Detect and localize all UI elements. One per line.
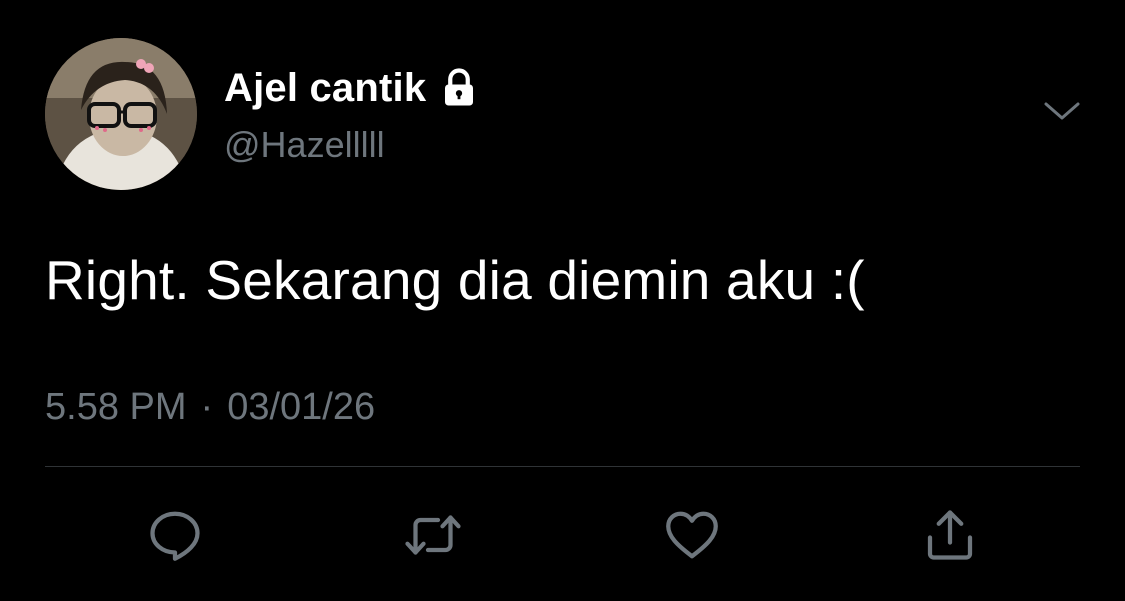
avatar-image <box>45 38 197 190</box>
like-button[interactable] <box>662 505 722 565</box>
retweet-icon <box>405 515 461 555</box>
tweet-timestamp: 5.58 PM · 03/01/26 <box>45 386 375 429</box>
chevron-down-icon[interactable] <box>1040 96 1084 126</box>
tweet-text: Right. Sekarang dia diemin aku :( <box>45 249 865 311</box>
share-button[interactable] <box>920 505 980 565</box>
author-name-row: Ajel cantik <box>224 66 480 110</box>
like-icon <box>666 511 718 559</box>
divider <box>45 466 1080 467</box>
user-handle[interactable]: @Hazelllll <box>224 124 385 166</box>
reply-button[interactable] <box>145 505 205 565</box>
tweet-detail: Ajel cantik @Hazelllll Right. Sekarang d… <box>0 0 1125 601</box>
reply-icon <box>150 511 200 561</box>
tweet-time[interactable]: 5.58 PM <box>45 386 187 429</box>
retweet-button[interactable] <box>403 505 463 565</box>
lock-icon <box>438 67 480 109</box>
avatar[interactable] <box>45 38 197 190</box>
display-name[interactable]: Ajel cantik <box>224 66 426 111</box>
tweet-date[interactable]: 03/01/26 <box>227 386 375 429</box>
meta-separator: · <box>200 386 214 428</box>
share-icon <box>927 510 973 560</box>
